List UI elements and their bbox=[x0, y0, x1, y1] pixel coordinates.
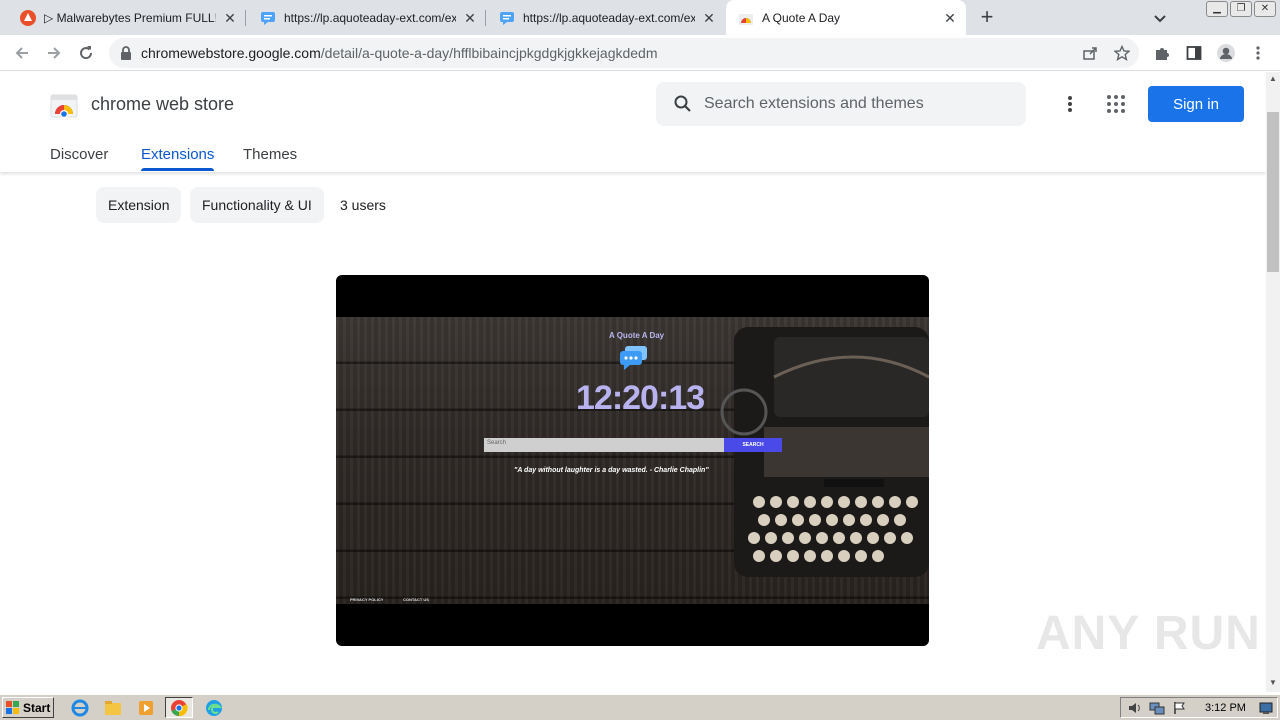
taskbar-clock[interactable]: 3:12 PM bbox=[1205, 702, 1246, 714]
action-center-flag-icon[interactable] bbox=[1173, 701, 1187, 720]
preview-privacy-link: PRIVACY POLICY bbox=[350, 597, 384, 602]
preview-search-placeholder: Search bbox=[487, 440, 507, 446]
typewriter-image bbox=[720, 327, 929, 577]
chip-category[interactable]: Functionality & UI bbox=[190, 187, 324, 223]
tab-discover[interactable]: Discover bbox=[50, 146, 108, 163]
tab-title: https://lp.aquoteaday-ext.com/extj bbox=[284, 10, 456, 25]
close-window-icon[interactable]: ✕ bbox=[1254, 1, 1276, 17]
preview-quote: "A day without laughter is a day wasted.… bbox=[514, 467, 709, 474]
close-icon[interactable]: ✕ bbox=[701, 10, 717, 26]
tab-themes[interactable]: Themes bbox=[243, 146, 297, 163]
chat-bubble-icon bbox=[499, 10, 515, 26]
anyrun-icon bbox=[20, 9, 36, 26]
extension-screenshot[interactable]: A Quote A Day 12:20:13 Search SEARCH "A … bbox=[336, 275, 929, 646]
tab-strip: ▷ Malwarebytes Premium FULL! 4.6. ✕ http… bbox=[0, 0, 1280, 35]
preview-clock: 12:20:13 bbox=[576, 379, 705, 417]
tab-title: ▷ Malwarebytes Premium FULL! 4.6. bbox=[44, 10, 216, 25]
media-player-icon[interactable] bbox=[132, 697, 160, 718]
preview-app-name: A Quote A Day bbox=[609, 331, 665, 340]
windows-logo-icon bbox=[6, 700, 19, 714]
tab-title: A Quote A Day bbox=[762, 10, 841, 25]
tab-malwarebytes[interactable]: ▷ Malwarebytes Premium FULL! 4.6. ✕ bbox=[8, 0, 246, 35]
preview-search-button: SEARCH bbox=[724, 438, 782, 452]
user-count: 3 users bbox=[340, 197, 386, 213]
webstore-icon bbox=[738, 10, 754, 26]
chat-bubbles-icon bbox=[620, 346, 647, 370]
tab-title: https://lp.aquoteaday-ext.com/extj bbox=[523, 10, 695, 25]
minimize-icon[interactable]: ▁ bbox=[1206, 1, 1228, 17]
volume-icon[interactable] bbox=[1127, 701, 1143, 720]
explorer-folder-icon[interactable] bbox=[99, 697, 127, 718]
new-tab-button[interactable]: + bbox=[975, 6, 999, 30]
address-bar[interactable]: chromewebstore.google.com/detail/a-quote… bbox=[109, 38, 1139, 68]
url-path: /detail/a-quote-a-day/hfflbibaincjpkgdgk… bbox=[320, 45, 658, 61]
start-label: Start bbox=[23, 700, 51, 715]
back-arrow-icon[interactable] bbox=[10, 41, 34, 65]
sign-in-button[interactable]: Sign in bbox=[1148, 86, 1244, 122]
tab-a-quote-a-day[interactable]: A Quote A Day ✕ bbox=[726, 0, 966, 35]
chat-bubble-icon bbox=[260, 10, 276, 26]
scroll-down-arrow-icon[interactable]: ▼ bbox=[1269, 678, 1277, 687]
reload-icon[interactable] bbox=[74, 41, 98, 65]
close-icon[interactable]: ✕ bbox=[942, 10, 958, 26]
chrome-taskbar-icon[interactable] bbox=[165, 697, 193, 718]
webstore-logo-icon[interactable] bbox=[50, 90, 78, 118]
bookmark-star-icon[interactable] bbox=[1112, 43, 1132, 63]
show-desktop-icon[interactable] bbox=[1259, 701, 1273, 720]
search-icon bbox=[673, 94, 693, 119]
preview-contact-link: CONTACT US bbox=[403, 597, 429, 602]
url-text: chromewebstore.google.com/detail/a-quote… bbox=[141, 45, 658, 61]
tab-aquoteaday-1[interactable]: https://lp.aquoteaday-ext.com/extj ✕ bbox=[248, 0, 486, 35]
side-panel-icon[interactable] bbox=[1182, 41, 1206, 65]
browser-toolbar: chromewebstore.google.com/detail/a-quote… bbox=[0, 35, 1280, 71]
anyrun-watermark: ANY RUN bbox=[1036, 607, 1261, 660]
scroll-up-arrow-icon[interactable]: ▲ bbox=[1269, 74, 1277, 83]
chrome-menu-icon[interactable] bbox=[1246, 41, 1270, 65]
chip-extension[interactable]: Extension bbox=[96, 187, 182, 223]
store-header: chrome web store Sign in Discover Extens… bbox=[0, 72, 1266, 172]
network-icon[interactable] bbox=[1149, 701, 1165, 720]
tab-search-chevron-icon[interactable] bbox=[1150, 8, 1170, 28]
store-brand[interactable]: chrome web store bbox=[91, 94, 234, 115]
lock-icon[interactable] bbox=[119, 45, 133, 66]
url-domain: chromewebstore.google.com bbox=[141, 45, 321, 61]
preview-search-field: Search bbox=[484, 438, 724, 452]
window-controls: ▁ ❐ ✕ bbox=[1206, 1, 1276, 17]
ie-icon[interactable] bbox=[66, 697, 94, 718]
restore-icon[interactable]: ❐ bbox=[1230, 1, 1252, 17]
tab-extensions[interactable]: Extensions bbox=[141, 146, 215, 171]
windows-taskbar: Start 3:12 PM bbox=[0, 694, 1280, 720]
start-button[interactable]: Start bbox=[2, 697, 54, 718]
edge-icon[interactable] bbox=[200, 697, 228, 718]
share-icon[interactable] bbox=[1080, 43, 1100, 63]
forward-arrow-icon[interactable] bbox=[42, 41, 66, 65]
store-search-box[interactable] bbox=[656, 82, 1026, 126]
google-apps-grid-icon[interactable] bbox=[1104, 92, 1128, 116]
scrollbar-thumb[interactable] bbox=[1267, 112, 1279, 272]
extensions-puzzle-icon[interactable] bbox=[1150, 41, 1174, 65]
search-input[interactable] bbox=[704, 92, 1004, 116]
close-icon[interactable]: ✕ bbox=[462, 10, 478, 26]
tab-aquoteaday-2[interactable]: https://lp.aquoteaday-ext.com/extj ✕ bbox=[487, 0, 725, 35]
preview-search-label: SEARCH bbox=[742, 442, 764, 448]
profile-avatar-icon[interactable] bbox=[1214, 41, 1238, 65]
more-options-icon[interactable] bbox=[1058, 92, 1082, 116]
page-scrollbar[interactable]: ▲ ▼ bbox=[1266, 72, 1280, 692]
system-tray: 3:12 PM bbox=[1120, 697, 1278, 718]
close-icon[interactable]: ✕ bbox=[222, 10, 238, 26]
